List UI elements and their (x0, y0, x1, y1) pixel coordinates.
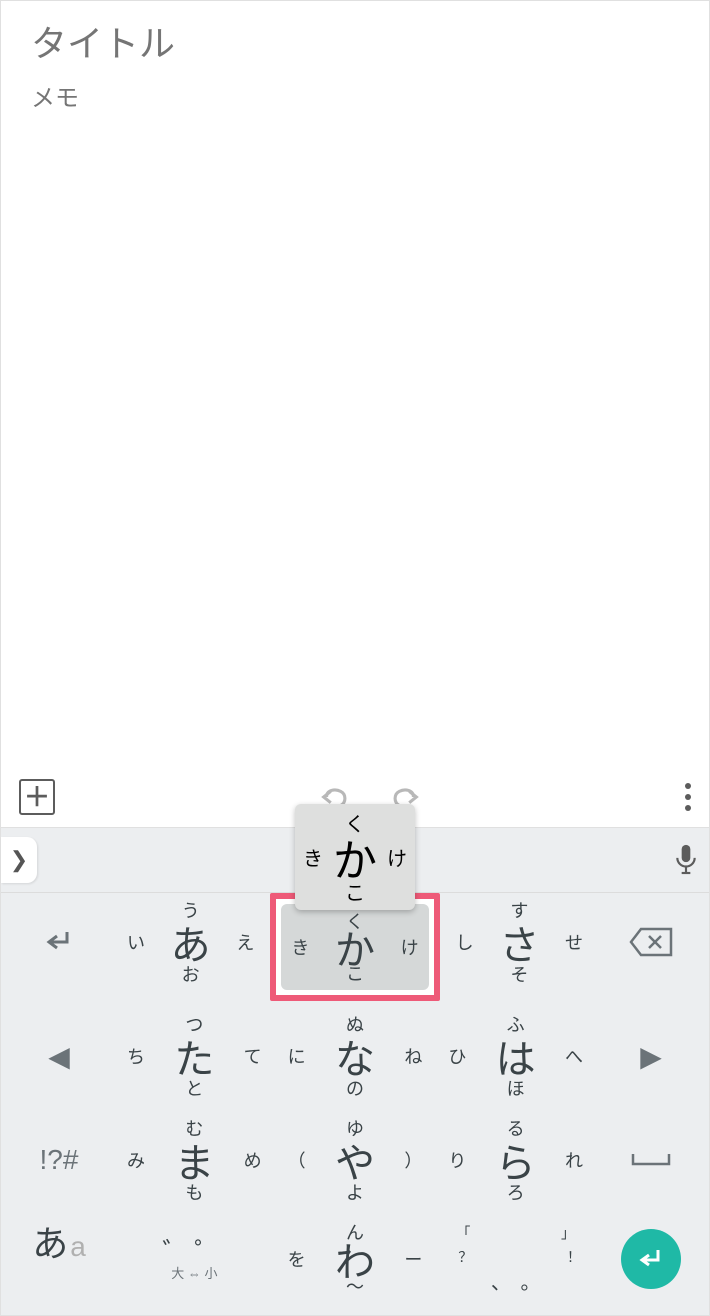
popup-down: こ (345, 877, 365, 906)
punctuation-key[interactable]: 「 」 ？ ！ 、 。 (438, 1215, 593, 1303)
kana-key-ha[interactable]: ふ ひ は へ ほ (438, 1007, 593, 1105)
jp-comma: 、 (491, 1266, 511, 1295)
flick-left: し (456, 929, 474, 955)
space-key[interactable] (599, 1111, 703, 1209)
kana-key-sa[interactable]: す し さ せ そ (446, 893, 593, 991)
flick-up: ふ (507, 1011, 525, 1037)
flick-left: み (127, 1147, 145, 1173)
flick-right: へ (565, 1043, 583, 1069)
flick-popup: く き か け こ (295, 804, 415, 910)
question-mark: ？ (458, 1247, 472, 1267)
enter-key[interactable] (599, 1215, 703, 1303)
flick-left: き (291, 934, 309, 960)
flick-left: を (288, 1246, 306, 1272)
flick-left: い (127, 929, 145, 955)
title-input[interactable] (31, 23, 679, 65)
flick-left: り (448, 1147, 466, 1173)
add-button[interactable]: ＋ (19, 779, 55, 815)
flick-up: つ (185, 1011, 203, 1037)
kana-key-ta[interactable]: つ ち た て と (117, 1007, 272, 1105)
highlighted-key-frame: く き か け こ く き か け こ (270, 893, 439, 1001)
flick-up: む (185, 1115, 203, 1141)
kana-key-ma[interactable]: む み ま め も (117, 1111, 272, 1209)
mic-icon[interactable] (673, 842, 699, 878)
bracket-open: 「 (456, 1223, 470, 1243)
flick-down: と (185, 1075, 203, 1101)
flick-down: そ (510, 961, 528, 987)
input-mode-key[interactable]: あ a (7, 1215, 111, 1303)
flick-down: こ (346, 960, 364, 986)
dakuten-key[interactable]: ゛゜ 大 ⇔ 小 (117, 1215, 272, 1303)
enter-icon (621, 1229, 681, 1289)
flick-left: （ (288, 1147, 306, 1173)
space-icon (627, 1148, 675, 1172)
flick-up: る (507, 1115, 525, 1141)
expand-suggestions-button[interactable]: ❯ (1, 837, 37, 883)
flick-right: え (236, 929, 254, 955)
exclamation-mark: ！ (567, 1247, 581, 1267)
jp-period: 。 (520, 1266, 540, 1295)
flick-up: ん (346, 1219, 364, 1245)
flick-down: も (185, 1179, 203, 1205)
cursor-left-key[interactable]: ◀ (7, 1007, 111, 1105)
dakuten-marks: ゛゜ 大 ⇔ 小 (162, 1239, 226, 1280)
reverse-key[interactable] (7, 893, 111, 991)
kana-key-ka[interactable]: く き か け こ (281, 904, 428, 990)
flick-up: ぬ (346, 1011, 364, 1037)
flick-up: ゆ (346, 1115, 364, 1141)
kana-key-ra[interactable]: る り ら れ ろ (438, 1111, 593, 1209)
flick-right: ね (404, 1043, 422, 1069)
keyboard: う い あ え お く き か け こ く き か け こ す し (1, 893, 709, 1315)
flick-up: す (510, 897, 528, 923)
flick-left: ち (127, 1043, 145, 1069)
kana-key-wa[interactable]: ん を わ ー 〜 (278, 1215, 433, 1303)
flick-right: め (244, 1147, 262, 1173)
flick-up: く (346, 908, 364, 934)
kana-key-ya[interactable]: ゆ （ や ） よ (278, 1111, 433, 1209)
flick-right: け (401, 934, 419, 960)
mode-en-label: a (70, 1231, 86, 1263)
flick-right: て (244, 1043, 262, 1069)
kana-key-a[interactable]: う い あ え お (117, 893, 264, 991)
note-editor (1, 1, 709, 767)
memo-input[interactable] (31, 85, 679, 113)
popup-right: け (387, 843, 407, 872)
flick-down: ろ (507, 1179, 525, 1205)
reverse-arrow-icon (37, 926, 81, 958)
flick-down: お (182, 961, 200, 987)
flick-down: 〜 (346, 1273, 364, 1299)
flick-right: ー (404, 1246, 422, 1272)
flick-left: に (288, 1043, 306, 1069)
mode-jp-label: あ (32, 1215, 68, 1267)
flick-right: ） (404, 1147, 422, 1173)
flick-right: れ (565, 1147, 583, 1173)
flick-left: ひ (448, 1043, 466, 1069)
flick-down: ほ (507, 1075, 525, 1101)
kana-key-na[interactable]: ぬ に な ね の (278, 1007, 433, 1105)
flick-up: う (182, 897, 200, 923)
flick-down: の (346, 1075, 364, 1101)
cursor-right-key[interactable]: ▶ (599, 1007, 703, 1105)
more-menu-icon[interactable] (685, 783, 691, 811)
backspace-icon (627, 925, 675, 959)
flick-down: よ (346, 1179, 364, 1205)
backspace-key[interactable] (599, 893, 703, 991)
flick-right: せ (565, 929, 583, 955)
symbols-key[interactable]: !?# (7, 1111, 111, 1209)
popup-left: き (303, 843, 323, 872)
bracket-close: 」 (561, 1223, 575, 1243)
